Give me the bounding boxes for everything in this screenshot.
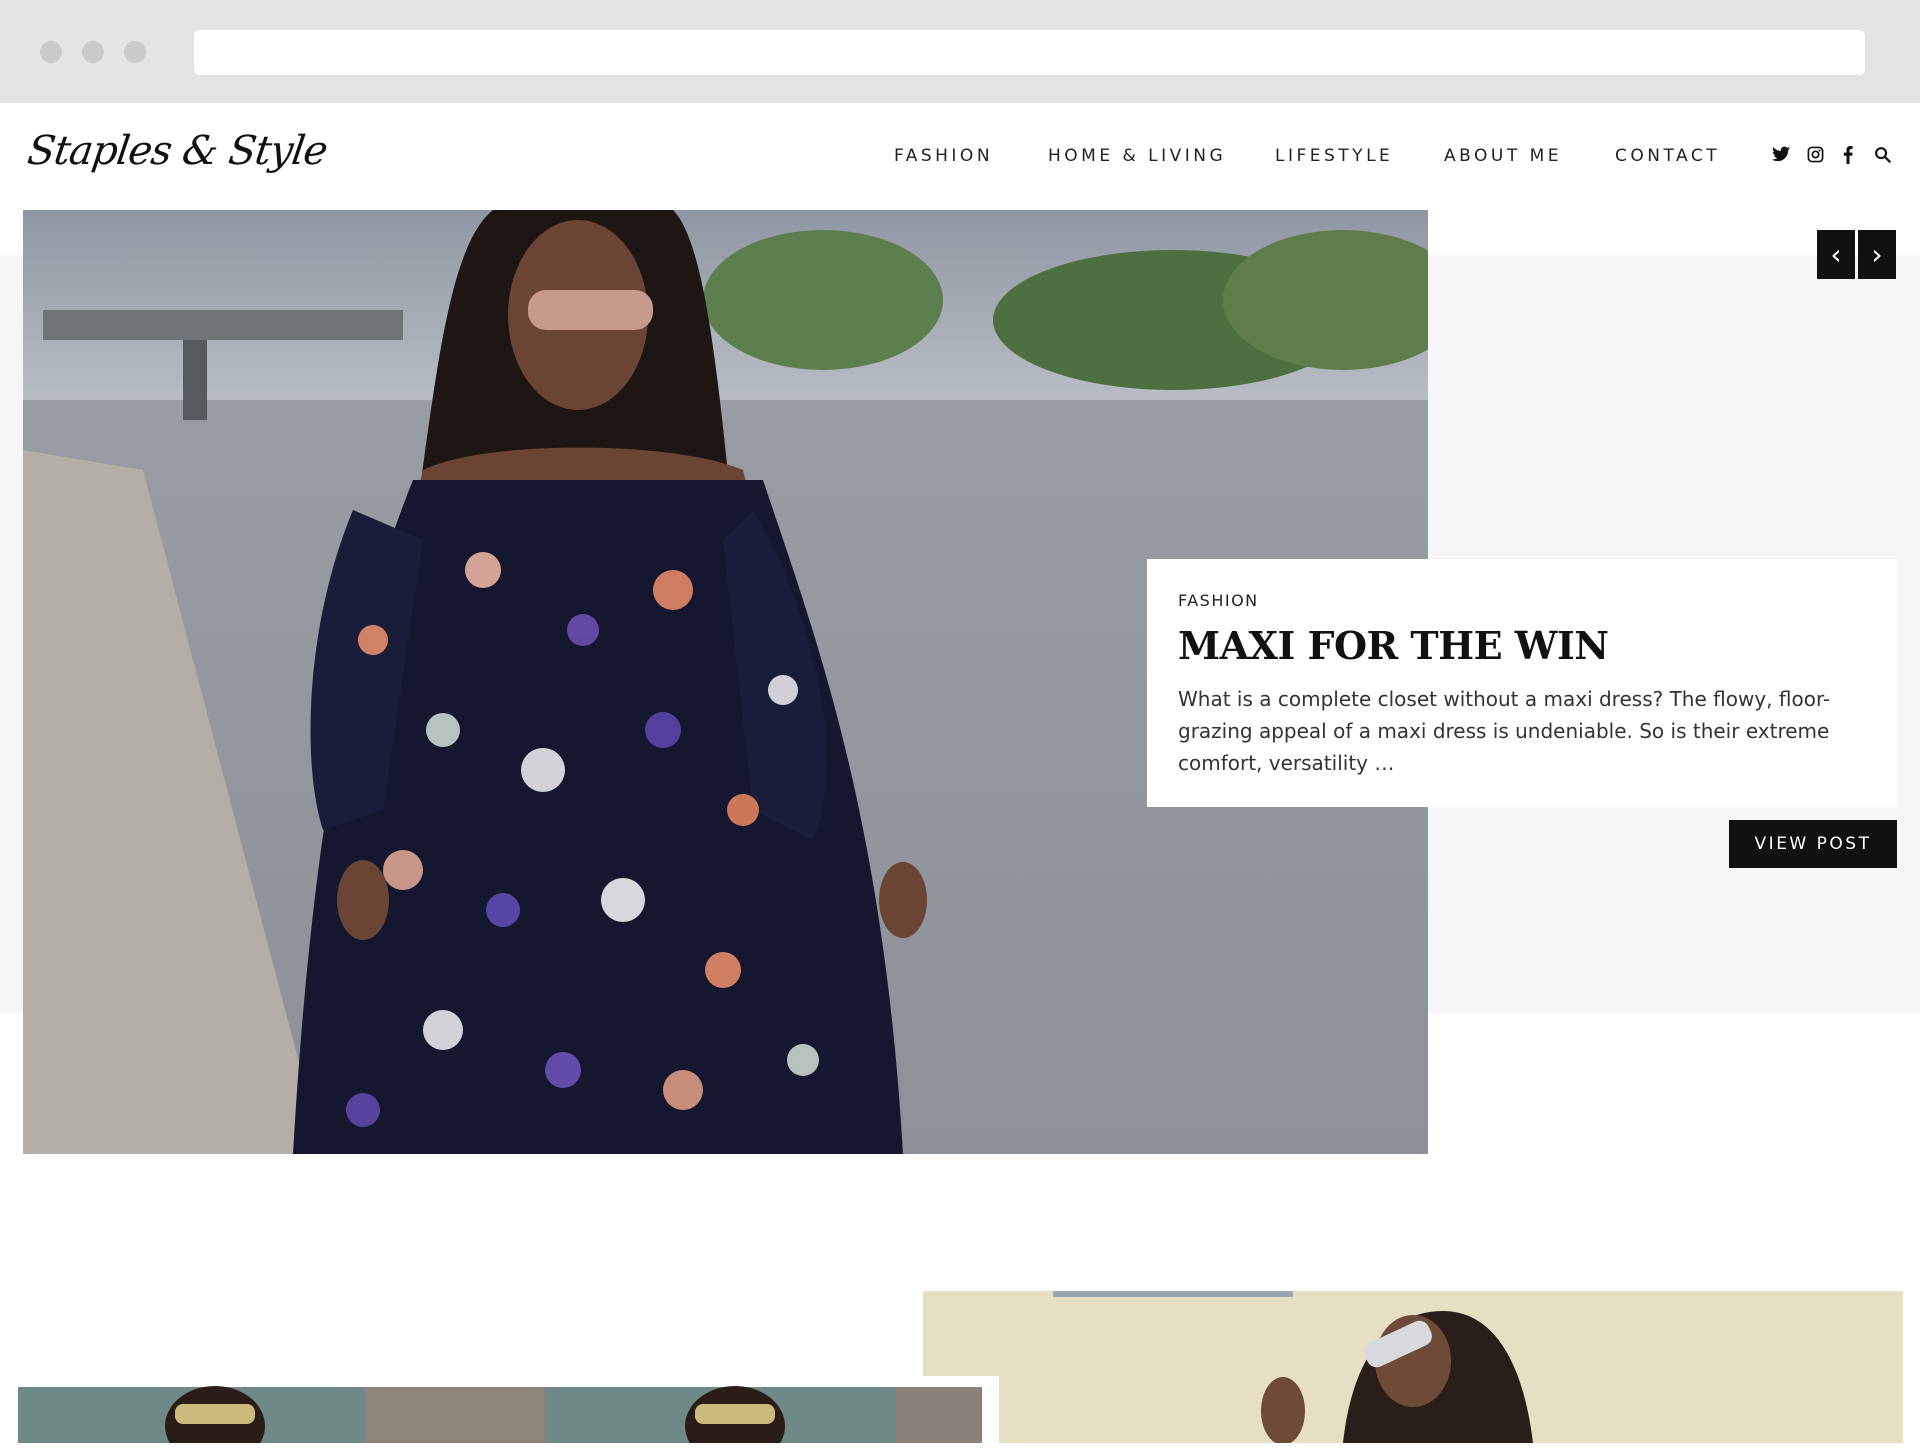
twitter-icon[interactable]	[1772, 146, 1790, 167]
view-post-button[interactable]: VIEW POST	[1729, 820, 1897, 868]
nav-item-about-me[interactable]: ABOUT ME	[1444, 146, 1562, 166]
nav-item-lifestyle[interactable]: LIFESTYLE	[1275, 146, 1393, 166]
post-title[interactable]: MAXI FOR THE WIN	[1178, 623, 1609, 668]
post-category[interactable]: FASHION	[1178, 591, 1259, 610]
window-maximize-dot[interactable]	[124, 41, 146, 63]
nav-item-home-living[interactable]: HOME & LIVING	[1048, 146, 1226, 166]
browser-chrome	[0, 0, 1920, 103]
slider-next-button[interactable]: ›	[1858, 230, 1896, 279]
post-excerpt: What is a complete closet without a maxi…	[1178, 687, 1831, 775]
post-thumbnail-right[interactable]	[923, 1291, 1903, 1443]
nav-item-contact[interactable]: CONTACT	[1615, 146, 1720, 166]
instagram-icon[interactable]	[1807, 146, 1824, 168]
facebook-icon[interactable]	[1843, 146, 1853, 169]
window-minimize-dot[interactable]	[82, 41, 104, 63]
slider-prev-button[interactable]: ‹	[1817, 230, 1855, 279]
featured-post-card: FASHION MAXI FOR THE WIN What is a compl…	[1147, 559, 1897, 807]
chevron-right-icon: ›	[1871, 238, 1883, 271]
address-bar[interactable]	[194, 30, 1865, 75]
site-logo[interactable]: Staples & Style	[25, 128, 330, 174]
window-close-dot[interactable]	[40, 41, 62, 63]
chevron-left-icon: ‹	[1830, 238, 1842, 271]
post-thumbnail-left[interactable]	[15, 1376, 999, 1448]
nav-item-fashion[interactable]: FASHION	[894, 146, 993, 166]
search-icon[interactable]	[1874, 146, 1891, 168]
